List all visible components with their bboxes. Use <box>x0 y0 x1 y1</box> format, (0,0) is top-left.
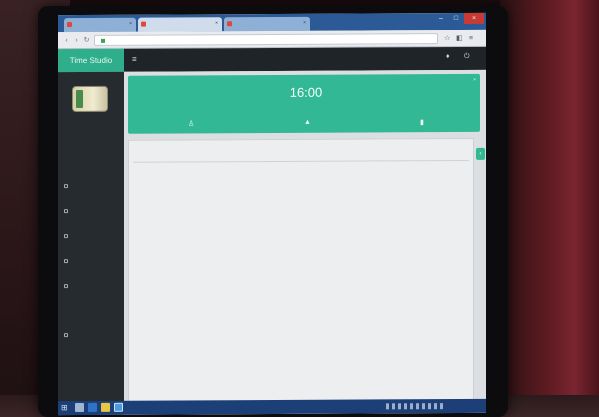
avatar[interactable] <box>72 85 108 113</box>
lock-icon <box>101 38 105 43</box>
taskbar: ⊞ <box>58 398 486 416</box>
list-icon <box>64 234 68 239</box>
tab-close-icon[interactable]: × <box>129 21 132 27</box>
taskbar-folder-icon[interactable] <box>101 402 110 412</box>
browser-tab-2[interactable]: × <box>138 17 222 32</box>
trash-icon[interactable]: ▮ <box>420 118 424 126</box>
person-icon <box>64 209 68 214</box>
tab-favicon-icon <box>227 21 232 27</box>
content-panel <box>128 137 474 412</box>
sidebar-item-6[interactable] <box>58 330 124 342</box>
url-input[interactable] <box>94 33 438 46</box>
forward-icon[interactable]: › <box>72 36 81 45</box>
sidebar-item-2[interactable] <box>58 206 124 218</box>
sidebar-item-5[interactable] <box>58 281 124 293</box>
extension-icon[interactable]: ◧ <box>456 34 463 43</box>
browser-menu-icon[interactable]: ≡ <box>469 34 473 43</box>
tablet-screen: × × × – □ × ‹ › ↻ ☆ ◧ ≡ Time Studio ≡ ♦ … <box>58 12 486 416</box>
drop-icon[interactable]: ▲ <box>304 119 311 126</box>
sidebar-item-3[interactable] <box>58 231 124 243</box>
taskbar-browser-icon[interactable] <box>88 402 97 412</box>
window-close-button[interactable]: × <box>464 12 484 24</box>
sidebar-item-4[interactable] <box>58 256 124 268</box>
bell-icon[interactable]: ♦ <box>446 53 450 60</box>
top-navigation: ≡ ♦ ⏻ <box>124 46 486 72</box>
banner-close-icon[interactable]: × <box>473 77 476 83</box>
window-minimize-button[interactable]: – <box>434 13 448 24</box>
avatar-image-detail <box>76 89 83 109</box>
sidebar <box>58 71 124 416</box>
logout-icon <box>64 333 68 338</box>
clock-time: 16:00 <box>289 84 323 100</box>
main-content: × 16:00 ♙ ▲ ▮ ‹ <box>124 69 486 415</box>
clock-banner: × 16:00 ♙ ▲ ▮ <box>128 73 480 134</box>
background-fabric-right <box>500 0 599 417</box>
person-icon[interactable]: ♙ <box>188 119 194 127</box>
chart-icon <box>64 284 68 289</box>
bookmark-star-icon[interactable]: ☆ <box>444 34 450 43</box>
browser-tab-3[interactable]: × <box>224 16 310 32</box>
tab-close-icon[interactable]: × <box>215 20 218 26</box>
sidebar-item-1[interactable] <box>58 181 124 193</box>
window-maximize-button[interactable]: □ <box>449 13 463 24</box>
windows-start-icon[interactable]: ⊞ <box>61 403 70 412</box>
home-icon <box>64 184 68 189</box>
tab-close-icon[interactable]: × <box>303 20 306 26</box>
side-settings-tab[interactable]: ‹ <box>476 147 485 160</box>
system-tray-icons[interactable] <box>386 403 446 410</box>
menu-icon[interactable]: ≡ <box>132 55 139 64</box>
power-icon[interactable]: ⏻ <box>464 53 470 61</box>
taskbar-app-icon[interactable] <box>75 402 84 413</box>
app-brand[interactable]: Time Studio <box>58 48 124 73</box>
panel-divider <box>133 159 469 163</box>
tab-favicon-icon <box>141 21 146 27</box>
taskbar-active-app-icon[interactable] <box>114 402 123 412</box>
person-icon <box>64 259 68 264</box>
tab-favicon-icon <box>67 22 72 28</box>
browser-tab-1[interactable]: × <box>64 17 136 33</box>
reload-icon[interactable]: ↻ <box>82 36 91 45</box>
back-icon[interactable]: ‹ <box>62 36 71 45</box>
